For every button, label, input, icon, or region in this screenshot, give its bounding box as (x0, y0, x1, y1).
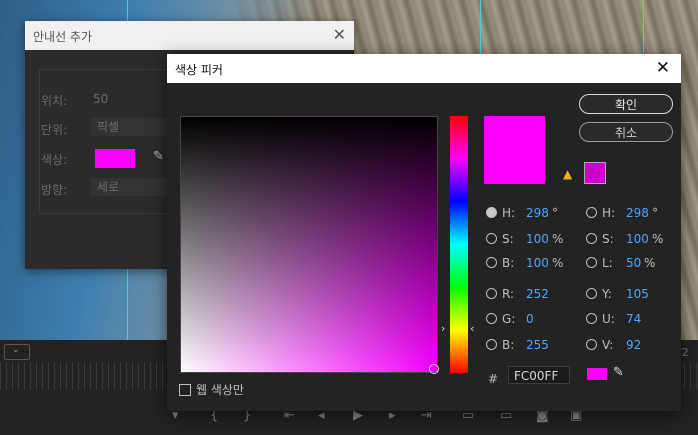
hsb-b-unit: % (552, 256, 564, 270)
web-colors-only-checkbox[interactable] (179, 384, 191, 396)
hsl-l-value[interactable]: 50 (626, 256, 641, 270)
field-picker-marker[interactable] (429, 364, 439, 374)
hsl-s-unit: % (652, 232, 664, 246)
eyedropper-icon[interactable]: ✎ (613, 365, 624, 380)
rgb-g-radio[interactable] (486, 313, 497, 324)
yuv-u-value[interactable]: 74 (626, 312, 641, 326)
rgb-r-radio[interactable] (486, 288, 497, 299)
saturation-brightness-field[interactable] (180, 116, 439, 374)
web-safe-color-swatch[interactable] (584, 162, 606, 184)
hex-input[interactable]: FC00FF (508, 366, 570, 384)
yuv-y-label: Y: (602, 287, 612, 301)
yuv-y-radio[interactable] (586, 288, 597, 299)
hsb-s-radio[interactable] (486, 233, 497, 244)
rgb-r-value[interactable]: 252 (526, 287, 549, 301)
rgb-g-label: G: (502, 312, 516, 326)
transport-controls: ▾ { } ⇤ ◂ ▶ ▸ ⇥ ▭ ▭ ◙ ▣ (0, 408, 698, 428)
hsl-h-radio[interactable] (586, 207, 597, 218)
hsl-h-value[interactable]: 298 (626, 206, 649, 220)
color-label: 색상: (41, 153, 68, 167)
hsb-h-label: H: (502, 206, 516, 220)
hsl-s-value[interactable]: 100 (626, 232, 649, 246)
rgb-g-value[interactable]: 0 (526, 312, 534, 326)
rgb-r-label: R: (502, 287, 515, 301)
hsb-b-value[interactable]: 100 (526, 256, 549, 270)
add-guide-title: 안내선 추가 (33, 30, 93, 44)
color-picker-title: 색상 피커 (175, 63, 223, 77)
web-colors-only-label: 웹 색상만 (196, 383, 244, 397)
hsl-l-label: L: (602, 256, 613, 270)
guide-color-swatch[interactable] (95, 149, 135, 168)
rgb-b-radio[interactable] (486, 339, 497, 350)
color-picker-dialog: 색상 피커 ✕ › ‹ ▲ 확인 취소 H: 298 ° S: 100 % B:… (167, 54, 681, 411)
position-label: 위치: (41, 94, 68, 108)
hsl-l-radio[interactable] (586, 257, 597, 268)
hsl-h-label: H: (602, 206, 616, 220)
yuv-v-value[interactable]: 92 (626, 338, 641, 352)
ok-button[interactable]: 확인 (579, 94, 673, 114)
hsl-h-unit: ° (652, 206, 658, 220)
hsl-l-unit: % (644, 256, 656, 270)
color-picker-titlebar: 색상 피커 ✕ (167, 54, 681, 83)
current-color-preview (484, 116, 545, 184)
close-icon[interactable]: ✕ (333, 25, 346, 44)
chevron-down-icon: ⌄ (12, 345, 20, 355)
yuv-v-radio[interactable] (586, 339, 597, 350)
yuv-y-value[interactable]: 105 (626, 287, 649, 301)
hue-slider[interactable] (450, 116, 468, 373)
hsb-h-unit: ° (552, 206, 558, 220)
unit-label: 단위: (41, 123, 68, 137)
hue-slider-left-arrow-icon[interactable]: › (441, 322, 445, 335)
rgb-b-label: B: (502, 338, 515, 352)
hsb-s-value[interactable]: 100 (526, 232, 549, 246)
yuv-u-radio[interactable] (586, 313, 597, 324)
field-black-layer (181, 117, 437, 372)
hsb-b-radio[interactable] (486, 257, 497, 268)
hsb-h-radio[interactable] (486, 207, 497, 218)
add-guide-titlebar: 안내선 추가 ✕ (25, 21, 354, 50)
yuv-u-label: U: (602, 312, 615, 326)
hsl-s-label: S: (602, 232, 614, 246)
selected-color-swatch (587, 368, 607, 380)
hue-slider-right-arrow-icon[interactable]: ‹ (470, 322, 474, 335)
hsb-b-label: B: (502, 256, 515, 270)
yuv-v-label: V: (602, 338, 614, 352)
hsl-s-radio[interactable] (586, 233, 597, 244)
rgb-b-value[interactable]: 255 (526, 338, 549, 352)
hex-hash-label: # (488, 372, 499, 386)
hsb-h-value[interactable]: 298 (526, 206, 549, 220)
cancel-button[interactable]: 취소 (579, 122, 673, 142)
position-value[interactable]: 50 (93, 92, 108, 106)
hsb-s-label: S: (502, 232, 514, 246)
direction-label: 방향: (41, 183, 68, 197)
hsb-s-unit: % (552, 232, 564, 246)
eyedropper-icon[interactable]: ✎ (153, 149, 164, 164)
close-icon[interactable]: ✕ (656, 58, 670, 78)
warning-icon: ▲ (563, 167, 573, 181)
